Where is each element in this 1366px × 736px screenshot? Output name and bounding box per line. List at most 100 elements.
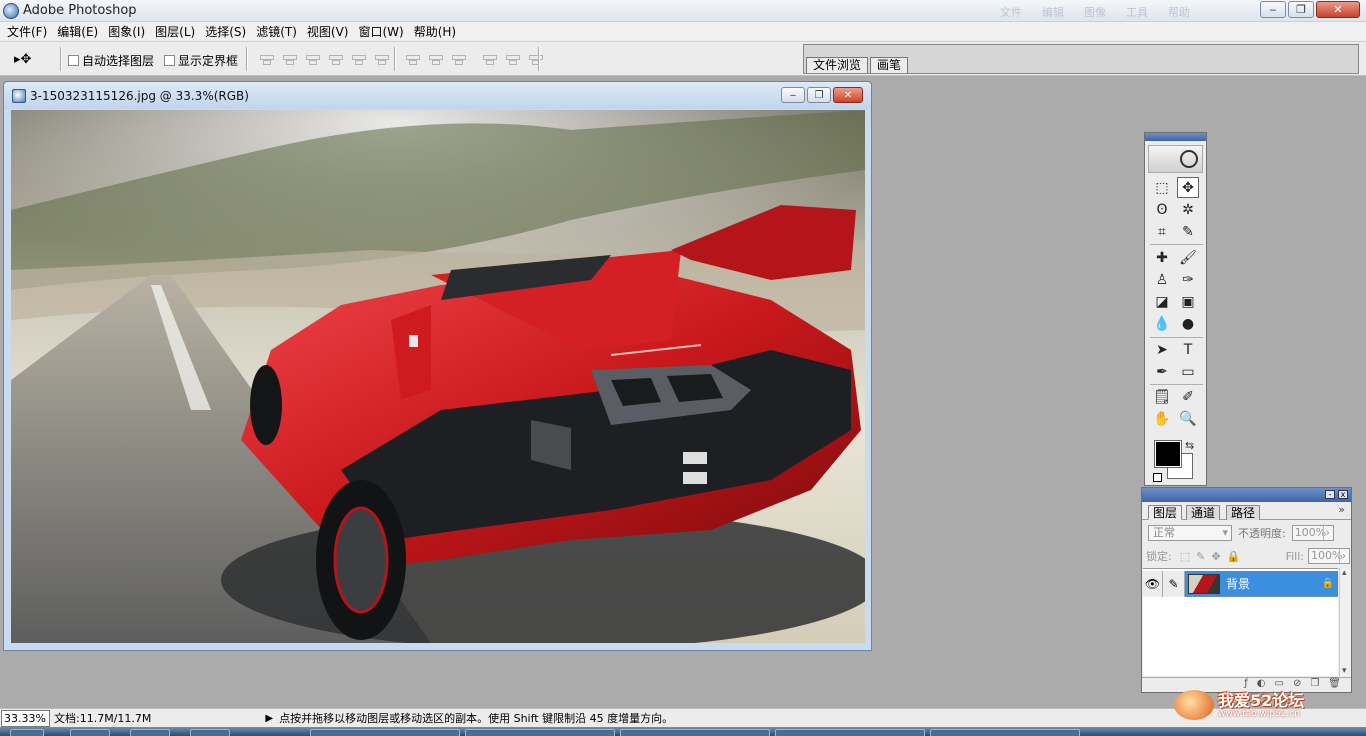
history-brush-tool-icon[interactable]: ✑	[1177, 269, 1199, 290]
slice-tool-icon[interactable]: ✎	[1177, 221, 1199, 242]
app-title: Adobe Photoshop	[23, 3, 137, 18]
doc-minimize-button[interactable]: ‒	[781, 87, 805, 103]
align-vcenter-icon[interactable]	[281, 52, 299, 66]
taskbar-button[interactable]	[130, 729, 170, 736]
taskbar-button[interactable]	[620, 729, 770, 736]
lock-position-icon[interactable]: ✥	[1211, 550, 1220, 563]
distribute-right-icon[interactable]	[527, 52, 545, 66]
palette-well-tab-file-browser[interactable]: 文件浏览	[806, 57, 869, 73]
menu-help[interactable]: 帮助(H)	[409, 23, 461, 40]
menu-window[interactable]: 窗口(W)	[353, 23, 408, 40]
zoom-tool-icon[interactable]: 🔍	[1177, 408, 1199, 429]
title-ghost-items: 文件 编辑 图像 工具 帮助	[1000, 4, 1190, 20]
default-colors-icon[interactable]	[1153, 473, 1162, 482]
menu-file[interactable]: 文件(F)	[2, 23, 52, 40]
healing-brush-tool-icon[interactable]: ✚	[1151, 247, 1173, 268]
distribute-top-icon[interactable]	[404, 52, 422, 66]
status-menu-arrow-icon[interactable]: ▶	[265, 713, 273, 724]
palette-well-tab-brushes[interactable]: 画笔	[870, 57, 909, 73]
palette-menu-icon[interactable]: »	[1338, 503, 1345, 516]
menu-edit[interactable]: 编辑(E)	[52, 23, 103, 40]
palette-close-icon[interactable]: x	[1338, 490, 1348, 499]
distribute-left-icon[interactable]	[481, 52, 499, 66]
tab-paths[interactable]: 路径	[1226, 505, 1261, 520]
palette-minimize-icon[interactable]: -	[1325, 490, 1335, 499]
lock-image-icon[interactable]: ✎	[1196, 550, 1205, 563]
move-tool-preset-picker[interactable]: ▸✥	[14, 50, 56, 68]
close-button[interactable]: ✕	[1316, 1, 1360, 18]
layer-row[interactable]: 👁 ✎ 背景 🔒	[1143, 570, 1338, 597]
doc-close-button[interactable]: ✕	[833, 87, 863, 103]
blend-mode-select[interactable]: 正常	[1148, 525, 1232, 541]
menu-filter[interactable]: 滤镜(T)	[251, 23, 302, 40]
document-size[interactable]: 文档:11.7M/11.7M	[54, 710, 151, 726]
move-tool-icon[interactable]: ✥	[1177, 177, 1199, 198]
brush-tool-icon[interactable]: 🖌	[1177, 247, 1199, 268]
layers-palette-header[interactable]: - x	[1142, 488, 1351, 502]
taskbar-button[interactable]	[775, 729, 925, 736]
menu-layer[interactable]: 图层(L)	[150, 23, 200, 40]
pen-tool-icon[interactable]: ✒	[1151, 361, 1173, 382]
menu-view[interactable]: 视图(V)	[302, 23, 354, 40]
document-titlebar[interactable]: 3-150323115126.jpg @ 33.3%(RGB) ‒ ❐ ✕	[4, 82, 871, 109]
show-bounds-checkbox[interactable]	[164, 55, 175, 66]
eyedropper-tool-icon[interactable]: ✐	[1177, 386, 1199, 407]
layer-link-brush-icon[interactable]: ✎	[1163, 570, 1185, 597]
gradient-tool-icon[interactable]: ▣	[1177, 291, 1199, 312]
taskbar-button[interactable]	[190, 729, 230, 736]
lock-all-icon[interactable]: 🔒	[1227, 550, 1241, 563]
hand-tool-icon[interactable]: ✋	[1151, 408, 1173, 429]
zoom-field[interactable]: 33.33%	[1, 709, 50, 727]
layer-list-scrollbar[interactable]	[1339, 568, 1351, 676]
tools-separator	[1150, 337, 1203, 338]
layer-list: 👁 ✎ 背景 🔒	[1143, 568, 1338, 676]
auto-select-layer-option[interactable]: 自动选择图层	[68, 52, 154, 69]
notes-tool-icon[interactable]: 🗒	[1151, 386, 1173, 407]
align-left-icon[interactable]	[327, 52, 345, 66]
lasso-tool-icon[interactable]: ʘ	[1151, 199, 1173, 220]
restore-button[interactable]: ❐	[1288, 1, 1314, 18]
show-bounds-option[interactable]: 显示定界框	[164, 52, 238, 69]
taskbar-button[interactable]	[465, 729, 615, 736]
align-bottom-icon[interactable]	[304, 52, 322, 66]
type-tool-icon[interactable]: T	[1177, 339, 1199, 360]
align-top-icon[interactable]	[258, 52, 276, 66]
start-button[interactable]	[10, 729, 44, 736]
swap-colors-icon[interactable]: ⇆	[1185, 439, 1194, 452]
marquee-tool-icon[interactable]: ⬚	[1151, 177, 1173, 198]
auto-select-checkbox[interactable]	[68, 55, 79, 66]
foreground-color-swatch[interactable]	[1154, 440, 1182, 468]
tab-layers[interactable]: 图层	[1148, 505, 1183, 520]
align-hcenter-icon[interactable]	[350, 52, 368, 66]
dodge-tool-icon[interactable]: ●	[1177, 313, 1199, 334]
magic-wand-tool-icon[interactable]: ✲	[1177, 199, 1199, 220]
menu-select[interactable]: 选择(S)	[200, 23, 251, 40]
tool-grid: ✚ 🖌 ♙ ✑ ◪ ▣ 💧 ●	[1151, 247, 1203, 334]
opacity-field[interactable]: 100%	[1291, 525, 1334, 541]
blur-tool-icon[interactable]: 💧	[1151, 313, 1173, 334]
document-canvas[interactable]	[11, 110, 865, 643]
path-selection-tool-icon[interactable]: ➤	[1151, 339, 1173, 360]
distribute-hcenter-icon[interactable]	[504, 52, 522, 66]
doc-restore-button[interactable]: ❐	[807, 87, 831, 103]
align-right-icon[interactable]	[373, 52, 391, 66]
photoshop-logo[interactable]	[1148, 145, 1203, 173]
shape-tool-icon[interactable]: ▭	[1177, 361, 1199, 382]
distribute-bottom-icon[interactable]	[450, 52, 468, 66]
status-hint: 点按并拖移以移动图层或移动选区的副本。使用 Shift 键限制沿 45 度增量方…	[279, 712, 674, 725]
eraser-tool-icon[interactable]: ◪	[1151, 291, 1173, 312]
tab-channels[interactable]: 通道	[1186, 505, 1221, 520]
minimize-button[interactable]: ‒	[1260, 1, 1286, 18]
taskbar-button[interactable]	[70, 729, 110, 736]
distribute-vcenter-icon[interactable]	[427, 52, 445, 66]
layer-visibility-icon[interactable]: 👁	[1143, 570, 1163, 597]
menu-image[interactable]: 图象(I)	[103, 23, 150, 40]
fill-field[interactable]: 100%	[1308, 548, 1350, 564]
taskbar-button[interactable]	[310, 729, 460, 736]
tools-palette-header[interactable]	[1145, 133, 1206, 141]
lock-transparency-icon[interactable]: ⬚	[1180, 550, 1190, 563]
crop-tool-icon[interactable]: ⌗	[1151, 221, 1173, 242]
clone-stamp-tool-icon[interactable]: ♙	[1151, 269, 1173, 290]
photoshop-app-icon	[3, 2, 19, 19]
taskbar-button[interactable]	[930, 729, 1080, 736]
